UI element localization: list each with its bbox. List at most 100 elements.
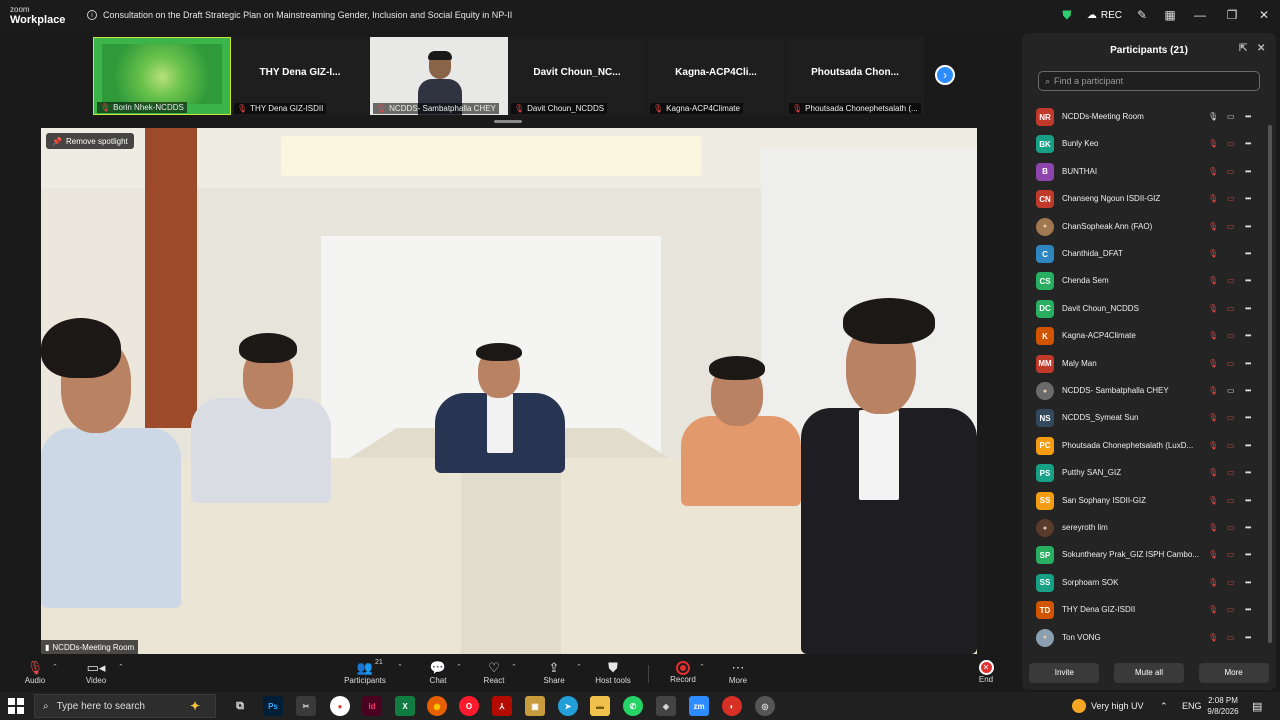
mic-muted-icon[interactable]: 🎙 [1208, 413, 1218, 422]
thumbnail-camera[interactable]: 🎙 NCDDS- Sambatphalla CHEY [370, 37, 508, 115]
participant-more-icon[interactable]: ••• [1245, 633, 1251, 642]
mic-muted-icon[interactable]: 🎙 [1208, 550, 1218, 559]
telegram-icon[interactable]: ➤ [558, 696, 578, 716]
mic-muted-icon[interactable]: 🎙 [1208, 167, 1218, 176]
mic-muted-icon[interactable]: 🎙 [1208, 304, 1218, 313]
participant-row[interactable]: NS NCDDS_Symeat Sun 🎙 ▭ ••• [1022, 405, 1268, 432]
participant-more-icon[interactable]: ••• [1245, 249, 1251, 258]
participant-row[interactable]: CN Chanseng Ngoun ISDII-GIZ 🎙 ▭ ••• [1022, 186, 1268, 213]
app-icon[interactable]: ◐ [722, 696, 742, 716]
participant-row[interactable]: PC Phoutsada Chonephetsalath (LuxD... 🎙 ▭ ••… [1022, 433, 1268, 460]
camera-off-icon[interactable]: ▭ [1227, 139, 1235, 148]
participant-row[interactable]: C Chanthida_DFAT 🎙 ••• [1022, 241, 1268, 268]
firefox-icon[interactable]: ◉ [427, 696, 447, 716]
participant-more-icon[interactable]: ••• [1245, 222, 1251, 231]
participant-more-icon[interactable]: ••• [1245, 359, 1251, 368]
thumbnail-screen-share[interactable]: 🎙 Borin Nhek-NCDDS [93, 37, 231, 115]
remove-spotlight-button[interactable]: 📌 Remove spotlight [46, 133, 134, 149]
camera-off-icon[interactable]: ▭ [1227, 276, 1235, 285]
participants-button[interactable]: 👥 Participants [337, 659, 393, 689]
camera-off-icon[interactable]: ▭ [1227, 441, 1235, 450]
restore-button[interactable]: ❐ [1216, 0, 1248, 30]
view-layout-icon[interactable]: ▦ [1156, 0, 1184, 30]
camera-off-icon[interactable]: ▭ [1227, 331, 1235, 340]
tray-expand-icon[interactable]: ⌃ [1160, 692, 1168, 720]
chrome-icon[interactable]: ● [330, 696, 350, 716]
participant-more-icon[interactable]: ••• [1245, 276, 1251, 285]
whatsapp-icon[interactable]: ✆ [623, 696, 643, 716]
participant-more-icon[interactable]: ••• [1245, 331, 1251, 340]
camera-off-icon[interactable]: ▭ [1227, 359, 1235, 368]
thumbnail-participant[interactable]: Kagna-ACP4Cli... 🎙 Kagna-ACP4Climate [647, 37, 785, 115]
mic-muted-icon[interactable]: 🎙 [1208, 468, 1218, 477]
participant-more-icon[interactable]: ••• [1245, 578, 1251, 587]
participant-list-scrollbar[interactable] [1268, 125, 1272, 643]
close-window-button[interactable]: ✕ [1248, 0, 1280, 30]
camera-off-icon[interactable]: ▭ [1227, 413, 1235, 422]
participant-row[interactable]: SS Sorphoarn SOK 🎙 ▭ ••• [1022, 570, 1268, 597]
recording-indicator[interactable]: ☁ REC [1081, 10, 1128, 21]
mic-muted-icon[interactable]: 🎙 [1208, 359, 1218, 368]
camera-on-icon[interactable]: ▭ [1227, 386, 1235, 395]
participant-more-icon[interactable]: ••• [1245, 496, 1251, 505]
thumbnail-participant[interactable]: THY Dena GIZ-I... 🎙 THY Dena GIZ-ISDII [231, 37, 369, 115]
opera-icon[interactable]: O [459, 696, 479, 716]
participant-row[interactable]: CS Chenda Sem 🎙 ▭ ••• [1022, 268, 1268, 295]
participant-more-icon[interactable]: ••• [1245, 468, 1251, 477]
participant-more-icon[interactable]: ••• [1245, 523, 1251, 532]
chat-options-caret[interactable]: ⌃ [456, 663, 462, 671]
indesign-icon[interactable]: Id [362, 696, 382, 716]
participants-options-caret[interactable]: ⌃ [397, 663, 403, 671]
encryption-shield-icon[interactable]: ⛊ [1053, 0, 1081, 30]
file-explorer-icon[interactable]: ▬ [590, 696, 610, 716]
app-icon[interactable]: ▣ [525, 696, 545, 716]
mic-muted-icon[interactable]: 🎙 [1208, 633, 1218, 642]
participant-more-icon[interactable]: ••• [1245, 194, 1251, 203]
participant-row[interactable]: K Kagna-ACP4Climate 🎙 ▭ ••• [1022, 323, 1268, 350]
acrobat-icon[interactable]: ⅄ [492, 696, 512, 716]
mic-muted-icon[interactable]: 🎙 [1208, 139, 1218, 148]
zoom-taskbar-icon[interactable]: zm [689, 696, 709, 716]
language-indicator[interactable]: ENG [1182, 692, 1202, 720]
snipping-tool-icon[interactable]: ✂ [296, 696, 316, 716]
thumbnail-participant[interactable]: Phoutsada Chon... 🎙 Phoutsada Chonephetsa… [786, 37, 924, 115]
participant-row[interactable]: ● Ton VONG 🎙 ▭ ••• [1022, 625, 1268, 652]
camera-off-icon[interactable]: ▭ [1227, 222, 1235, 231]
strip-resize-handle[interactable] [494, 120, 522, 123]
participant-row[interactable]: ● NCDDS- Sambatphalla CHEY 🎙 ▭ ••• [1022, 378, 1268, 405]
end-meeting-button[interactable]: ✕ End [958, 659, 1014, 689]
participant-row[interactable]: MM Maly Man 🎙 ▭ ••• [1022, 351, 1268, 378]
minimize-button[interactable]: — [1184, 0, 1216, 30]
participant-search[interactable]: ⌕ [1038, 71, 1260, 91]
camera-off-icon[interactable]: ▭ [1227, 633, 1235, 642]
panel-more-button[interactable]: More [1198, 662, 1269, 683]
participant-more-icon[interactable]: ••• [1245, 139, 1251, 148]
video-options-caret[interactable]: ⌃ [118, 663, 124, 671]
mic-muted-icon[interactable]: 🎙 [1208, 441, 1218, 450]
mic-muted-icon[interactable]: 🎙 [1208, 386, 1218, 395]
meeting-info-icon[interactable]: i [87, 10, 97, 20]
participant-row[interactable]: BK Bunly Keo 🎙 ▭ ••• [1022, 131, 1268, 158]
mic-muted-icon[interactable]: 🎙 [1208, 276, 1218, 285]
weather-widget[interactable]: Very high UV [1072, 692, 1144, 720]
host-tools-button[interactable]: ⛊ Host tools [585, 659, 641, 689]
camera-off-icon[interactable]: ▭ [1227, 550, 1235, 559]
task-view-icon[interactable]: ⧉ [230, 696, 250, 716]
taskbar-clock[interactable]: 2:08 PM 9/8/2026 [1205, 695, 1241, 717]
mic-muted-icon[interactable]: 🎙 [1208, 222, 1218, 231]
camera-off-icon[interactable]: ▭ [1227, 496, 1235, 505]
participant-more-icon[interactable]: ••• [1245, 167, 1251, 176]
share-button[interactable]: ⇪ Share [526, 659, 582, 689]
participant-more-icon[interactable]: ••• [1245, 386, 1251, 395]
close-panel-icon[interactable]: ✕ [1257, 43, 1265, 54]
camera-off-icon[interactable]: ▭ [1227, 167, 1235, 176]
camera-off-icon[interactable]: ▭ [1227, 468, 1235, 477]
mic-muted-icon[interactable]: 🎙 [1208, 249, 1218, 258]
participant-more-icon[interactable]: ••• [1245, 112, 1251, 121]
app-icon[interactable]: ◎ [755, 696, 775, 716]
participant-row[interactable]: DC Davit Choun_NCDDS 🎙 ▭ ••• [1022, 296, 1268, 323]
invite-button[interactable]: Invite [1029, 662, 1100, 683]
thumbnail-participant[interactable]: Davit Choun_NC... 🎙 Davit Choun_NCDDS [508, 37, 646, 115]
mic-muted-icon[interactable]: 🎙 [1208, 331, 1218, 340]
participant-more-icon[interactable]: ••• [1245, 413, 1251, 422]
